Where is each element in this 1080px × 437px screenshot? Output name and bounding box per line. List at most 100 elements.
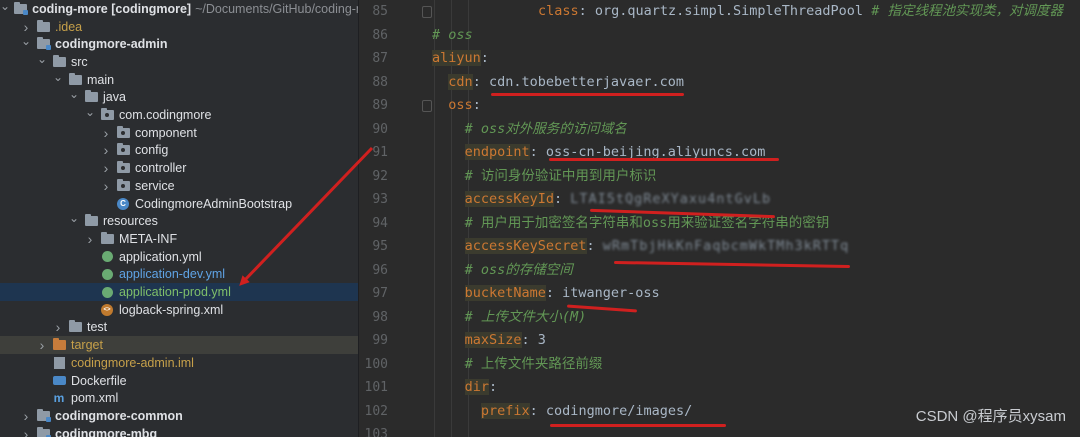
yaml-value: : [472,97,481,113]
yaml-value: : [480,50,489,66]
tree-row[interactable]: ⌄ codingmore-admin [0,34,358,53]
code-line[interactable]: # oss对外服务的访问域名 [465,118,627,142]
line-number: 103 [364,427,388,437]
tree-row[interactable]: application.yml [0,248,358,266]
package-icon [116,178,130,192]
yaml-key: bucketName [464,285,546,301]
yaml-key: dir [464,379,489,395]
chevron-down-icon[interactable]: ⌄ [36,52,48,66]
module-folder-icon [36,37,51,51]
code-line[interactable]: maxSize: 3 [464,329,546,353]
chevron-down-icon[interactable]: ⌄ [20,34,32,48]
tree-row[interactable]: › controller [0,159,358,177]
line-number: 85 [372,4,388,19]
line-number: 86 [372,27,388,43]
tree-row[interactable]: › config [0,142,358,160]
tree-row[interactable]: ⌄ coding-more [codingmore] ~/Documents/Git… [0,0,358,18]
xml-file-icon: <> [100,303,114,316]
yaml-key: oss [448,97,473,113]
project-tree[interactable]: ⌄ coding-more [codingmore] ~/Documents/Git… [0,0,358,437]
yaml-value: : cdn.tobebetterjavaer.com [472,73,685,90]
code-line[interactable]: accessKeySecret: wRmTbjHkKnFaqbcmWkTMh3k… [464,235,850,259]
tree-row-label: application.yml [119,249,202,264]
tree-row-label: META-INF [119,231,178,246]
tree-row[interactable]: › service [0,177,358,195]
folder-icon [100,231,114,245]
chevron-down-icon[interactable]: ⌄ [84,105,96,119]
tree-row[interactable]: application-dev.yml [0,266,358,284]
tree-row-label: Dockerfile [71,373,127,388]
tree-row[interactable]: Dockerfile [0,372,358,390]
chevron-right-icon[interactable]: › [100,125,112,141]
package-icon [116,125,130,139]
yaml-value: : [586,238,603,254]
tree-row[interactable]: › component [0,124,358,142]
maven-file-icon: m [53,391,65,406]
code-line[interactable]: # 访问身份验证中用到用户标识 [465,165,657,189]
chevron-down-icon[interactable]: ⌄ [52,70,64,84]
tree-row[interactable]: <> logback-spring.xml [0,301,358,319]
tree-row[interactable]: ⌄ java [0,87,358,107]
chevron-right-icon[interactable]: › [20,408,32,424]
fold-marker-icon[interactable] [422,6,432,18]
tree-row[interactable]: ⌄ main [0,70,358,89]
code-line[interactable]: bucketName: itwanger-oss [464,282,660,306]
excluded-folder-icon [52,338,66,351]
line-number: 95 [372,239,388,254]
tree-row[interactable]: ⌄ src [0,52,358,71]
chevron-down-icon[interactable]: ⌄ [68,87,80,101]
tree-row-label: component [135,125,197,140]
tree-row[interactable]: application-prod.yml [0,283,358,301]
tree-row[interactable]: › META-INF [0,230,358,248]
line-number: 97 [372,286,388,301]
fold-marker-icon[interactable] [422,100,432,112]
tree-row-label: pom.xml [71,391,119,406]
yaml-key: accessKeyId [464,191,554,207]
chevron-down-icon[interactable]: ⌄ [68,211,80,225]
code-line[interactable]: aliyun: [432,47,489,71]
tree-row[interactable]: › test [0,319,358,337]
line-number: 99 [372,333,388,348]
tree-row[interactable]: ⌄ com.codingmore [0,105,358,124]
tree-row-label: .idea [55,19,83,34]
tree-row[interactable]: › codingmore-mbg [0,425,358,437]
line-number: 100 [364,356,388,372]
tree-row[interactable]: › .idea [0,18,358,36]
yaml-key: accessKeySecret [464,238,587,254]
tree-row-label: application-prod.yml [119,285,231,300]
code-line[interactable]: accessKeyId: LTAI5tQgReXYaxu4ntGvLb [464,188,771,212]
yaml-key: prefix [480,402,530,419]
chevron-right-icon[interactable]: › [20,426,32,437]
chevron-right-icon[interactable]: › [52,319,64,335]
chevron-right-icon[interactable]: › [100,178,112,194]
tree-row-label: codingmore-common [55,408,183,423]
tree-row[interactable]: m pom.xml [0,389,358,407]
tree-row[interactable]: C CodingmoreAdminBootstrap [0,195,358,213]
code-line[interactable]: cdn: cdn.tobebetterjavaer.com [448,71,684,95]
tree-row[interactable]: › target [0,336,358,354]
chevron-right-icon[interactable]: › [100,142,112,158]
chevron-right-icon[interactable]: › [36,337,48,353]
code-comment: # oss [432,26,473,43]
redacted-value: wRmTbjHkKnFaqbcmWkTMh3kRTTq [602,238,850,254]
code-line[interactable]: # oss [432,24,473,48]
code-line[interactable]: # 上传文件夹路径前缀 [465,353,603,377]
tree-row-label: java [103,90,126,105]
code-line[interactable]: # 上传文件大小(M) [465,306,587,330]
tree-row[interactable]: codingmore-admin.iml [0,354,358,372]
code-line[interactable]: dir: [464,376,497,400]
code-line[interactable]: oss: [448,94,481,118]
chevron-right-icon[interactable]: › [20,19,32,35]
tree-row[interactable]: ⌄ resources [0,211,358,230]
package-icon [116,161,130,174]
tree-row-label: target [71,338,103,353]
code-editor[interactable]: class: org.quartz.simpl.SimpleThreadPool… [421,0,1080,437]
code-line[interactable]: prefix: codingmore/images/ [480,400,692,424]
code-line[interactable]: # oss的存储空间 [465,259,573,283]
code-line[interactable]: class: org.quartz.simpl.SimpleThreadPool… [538,0,1063,24]
tree-row[interactable]: › codingmore-common [0,407,358,425]
chevron-right-icon[interactable]: › [84,231,96,247]
chevron-down-icon[interactable]: ⌄ [0,0,10,13]
chevron-right-icon[interactable]: › [100,160,112,176]
tree-row-label: coding-more [codingmore] [32,1,192,16]
